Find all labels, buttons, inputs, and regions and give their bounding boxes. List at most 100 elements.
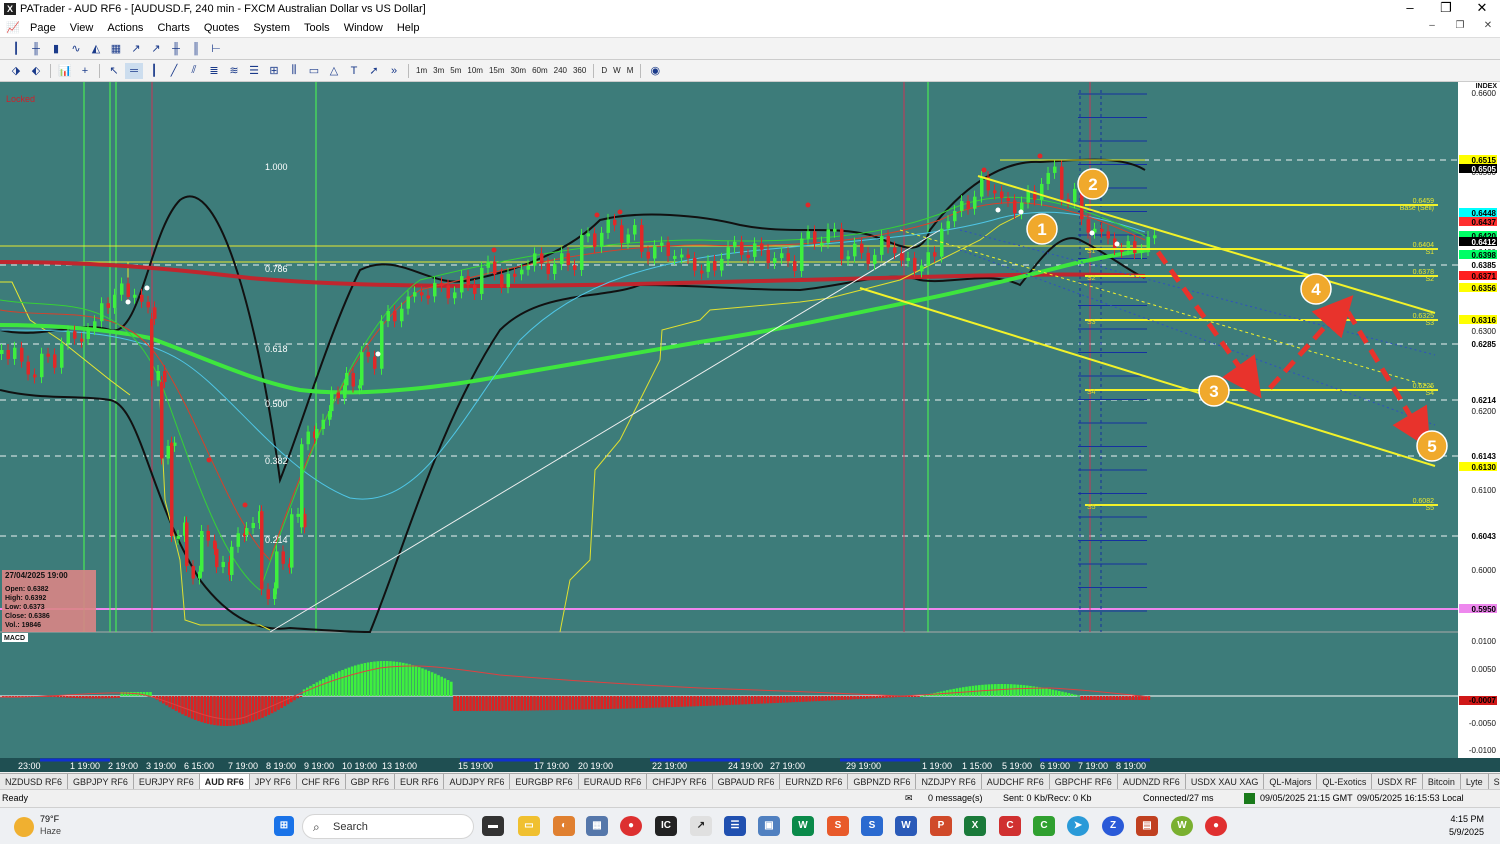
fib-extension-icon[interactable]: ☰ [245, 63, 263, 79]
excel-icon[interactable]: X [964, 816, 986, 836]
file-explorer-icon[interactable]: ▭ [518, 816, 540, 836]
maximize-button[interactable]: ❐ [1428, 0, 1464, 18]
menu-quotes[interactable]: Quotes [197, 22, 246, 34]
candle-chart-icon[interactable]: ▮ [47, 41, 65, 57]
tab-usdx-xau-xag[interactable]: USDX XAU XAG [1186, 774, 1265, 789]
menu-window[interactable]: Window [337, 22, 390, 34]
tab-eurnzd-rf6[interactable]: EURNZD RF6 [780, 774, 849, 789]
zoom-out-icon[interactable]: ⬖ [27, 63, 45, 79]
menu-help[interactable]: Help [390, 22, 427, 34]
timeframe-10m[interactable]: 10m [464, 66, 486, 75]
more-tools-icon[interactable]: » [385, 63, 403, 79]
zoom-in-icon[interactable]: ⬗ [7, 63, 25, 79]
timeframe-3m[interactable]: 3m [430, 66, 447, 75]
gann-icon[interactable]: ⊞ [265, 63, 283, 79]
vline-icon[interactable]: ┃ [145, 63, 163, 79]
screenshot-icon[interactable]: ▣ [758, 816, 780, 836]
ic-app-icon[interactable]: IC [655, 816, 677, 836]
notes-icon[interactable]: ☰ [724, 816, 746, 836]
timeframe-60m[interactable]: 60m [529, 66, 551, 75]
app-c-red-icon[interactable]: C [999, 816, 1021, 836]
chrome-icon-2[interactable]: ● [1205, 816, 1227, 836]
tab-jpy-rf6[interactable]: JPY RF6 [250, 774, 297, 789]
chrome-icon[interactable]: ● [620, 816, 642, 836]
fib-fan-icon[interactable]: ≋ [225, 63, 243, 79]
app-s-orange-icon[interactable]: S [827, 816, 849, 836]
chart-canvas[interactable]: S1S2S3S4S5 1 2 3 4 5 1.0000.7860.6180.50… [0, 82, 1500, 772]
taskbar-search[interactable]: ⌕ Search [302, 814, 474, 839]
fib-retracement-icon[interactable]: ≣ [205, 63, 223, 79]
rectangle-icon[interactable]: ▭ [305, 63, 323, 79]
tab-gbpjpy-rf6[interactable]: GBPJPY RF6 [68, 774, 134, 789]
tab-eurgbp-rf6[interactable]: EURGBP RF6 [510, 774, 579, 789]
timeframe-m[interactable]: M [624, 66, 637, 75]
calendar-app-icon[interactable]: ▤ [1136, 816, 1158, 836]
mdi-close-icon[interactable]: ✕ [1478, 20, 1498, 36]
mdi-minimize-icon[interactable]: – [1422, 20, 1442, 36]
cycle-icon[interactable]: ⫼ [285, 63, 303, 79]
mdi-restore-icon[interactable]: ❐ [1450, 20, 1470, 36]
ohlc-chart-icon[interactable]: ╫ [27, 41, 45, 57]
tab-aud-rf6[interactable]: AUD RF6 [199, 774, 250, 789]
crosshair-icon[interactable]: + [76, 63, 94, 79]
tab-nzdjpy-rf6[interactable]: NZDJPY RF6 [916, 774, 982, 789]
menu-page[interactable]: Page [23, 22, 63, 34]
app-c-green-icon[interactable]: C [1033, 816, 1055, 836]
range-chart-icon[interactable]: ↗ [147, 41, 165, 57]
renko-chart-icon[interactable]: ▦ [107, 41, 125, 57]
patrader-taskbar-icon[interactable]: ↗ [690, 816, 712, 836]
close-button[interactable]: ✕ [1464, 0, 1500, 18]
menu-tools[interactable]: Tools [297, 22, 337, 34]
tab-eurjpy-rf6[interactable]: EURJPY RF6 [134, 774, 200, 789]
text-icon[interactable]: T [345, 63, 363, 79]
tab-audchf-rf6[interactable]: AUDCHF RF6 [982, 774, 1050, 789]
tab-gbpnzd-rf6[interactable]: GBPNZD RF6 [848, 774, 917, 789]
task-view-icon[interactable]: ▬ [482, 816, 504, 836]
timeframe-15m[interactable]: 15m [486, 66, 508, 75]
tab-ql-exotics[interactable]: QL-Exotics [1317, 774, 1373, 789]
tab-nzdusd-rf6[interactable]: NZDUSD RF6 [0, 774, 69, 789]
cursor-icon[interactable]: ↖ [105, 63, 123, 79]
tick-chart-icon[interactable]: ║ [187, 41, 205, 57]
app-w-green-icon[interactable]: W [1171, 816, 1193, 836]
app-s-blue-icon[interactable]: S [861, 816, 883, 836]
clock-icon[interactable]: ◉ [646, 63, 664, 79]
tab-gbpaud-rf6[interactable]: GBPAUD RF6 [713, 774, 781, 789]
tab-eur-rf6[interactable]: EUR RF6 [395, 774, 445, 789]
bar-chart-icon[interactable]: ┃ [7, 41, 25, 57]
timeframe-d[interactable]: D [598, 66, 610, 75]
triangle-icon[interactable]: △ [325, 63, 343, 79]
app-icon-orange[interactable]: ◐ [553, 816, 575, 836]
tab-lyte[interactable]: Lyte [1461, 774, 1489, 789]
trend-chart-icon[interactable]: ↗ [127, 41, 145, 57]
menu-actions[interactable]: Actions [100, 22, 150, 34]
timeframe-w[interactable]: W [610, 66, 624, 75]
line-chart-icon[interactable]: ∿ [67, 41, 85, 57]
minimize-button[interactable]: – [1392, 0, 1428, 18]
chart-area[interactable]: S1 S2 S3 S4 S5 1 2 3 4 5 1.000 0.786 0.6… [0, 82, 1500, 772]
tab-audjpy-rf6[interactable]: AUDJPY RF6 [444, 774, 511, 789]
timeframe-360[interactable]: 360 [570, 66, 589, 75]
tab-audnzd-rf6[interactable]: AUDNZD RF6 [1118, 774, 1186, 789]
trendline-icon[interactable]: ╱ [165, 63, 183, 79]
volume-chart-icon[interactable]: ╫ [167, 41, 185, 57]
windows-start-icon[interactable]: ⊞ [274, 816, 294, 836]
timeframe-240[interactable]: 240 [551, 66, 570, 75]
timeframe-30m[interactable]: 30m [508, 66, 530, 75]
tab-ql-majors[interactable]: QL-Majors [1264, 774, 1318, 789]
powerpoint-icon[interactable]: P [930, 816, 952, 836]
calculator-icon[interactable]: ▦ [586, 816, 608, 836]
menu-view[interactable]: View [63, 22, 101, 34]
channel-icon[interactable]: ⫽ [185, 63, 203, 79]
tab-chf-rf6[interactable]: CHF RF6 [297, 774, 346, 789]
tab-chfjpy-rf6[interactable]: CHFJPY RF6 [647, 774, 713, 789]
indicator-icon[interactable]: 📊 [56, 63, 74, 79]
chart-app-icon-green[interactable]: W [792, 816, 814, 836]
zoom-icon[interactable]: Z [1102, 816, 1124, 836]
tab-euraud-rf6[interactable]: EURAUD RF6 [579, 774, 648, 789]
profile-chart-icon[interactable]: ⊢ [207, 41, 225, 57]
tab-bitcoin[interactable]: Bitcoin [1423, 774, 1461, 789]
tab-usdx-rf[interactable]: USDX RF [1372, 774, 1423, 789]
menu-charts[interactable]: Charts [150, 22, 196, 34]
word-icon[interactable]: W [895, 816, 917, 836]
